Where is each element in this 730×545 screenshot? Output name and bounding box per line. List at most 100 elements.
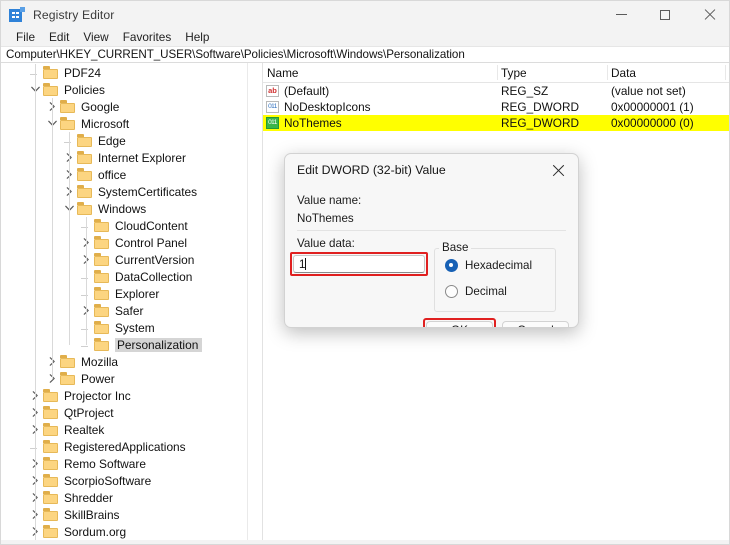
menu-item-view[interactable]: View [76,29,115,45]
tree-node-label: Internet Explorer [98,150,186,165]
base-option-decimal-label: Decimal [465,285,507,298]
tree-node-personalization[interactable]: Personalization [1,336,247,353]
maximize-button[interactable] [643,1,687,28]
tree-node-policies[interactable]: Policies [1,81,247,98]
tree-node-realtek[interactable]: Realtek [1,421,247,438]
menu-item-edit[interactable]: Edit [42,29,76,45]
value-name: (Default) [284,84,330,98]
menu-item-help[interactable]: Help [178,29,216,45]
close-button[interactable] [687,1,729,28]
title-bar: Registry Editor [1,1,729,28]
tree-node-office[interactable]: office [1,166,247,183]
folder-icon [94,270,110,283]
value-name-label: Value name: [297,194,362,207]
tree-node-registeredapplications[interactable]: RegisteredApplications [1,438,247,455]
registry-tree: PDF24 Policies Google Microsoft Edge Internet… [1,63,247,544]
radio-hexadecimal[interactable] [445,259,458,272]
value-type: REG_SZ [501,84,549,98]
column-divider-1[interactable] [497,65,498,80]
tree-node-microsoft[interactable]: Microsoft [1,115,247,132]
value-row[interactable]: 011 NoThemes REG_DWORD 0x00000000 (0) [263,115,729,131]
base-option-hexadecimal[interactable]: Hexadecimal [445,259,532,272]
ok-button[interactable]: OK [426,321,493,327]
column-header-type[interactable]: Type [501,66,527,80]
minimize-button[interactable] [599,1,643,28]
tree-node-datacollection[interactable]: DataCollection [1,268,247,285]
tree-node-label: RegisteredApplications [64,439,186,454]
base-option-decimal[interactable]: Decimal [445,285,507,298]
folder-icon [94,304,110,317]
dword-value-icon: 011 [266,101,279,113]
tree-node-edge[interactable]: Edge [1,132,247,149]
window-bottom-edge [1,540,729,544]
address-bar[interactable]: Computer\HKEY_CURRENT_USER\Software\Poli… [1,46,729,63]
folder-icon [77,202,93,215]
value-row[interactable]: ab (Default) REG_SZ (value not set) [263,83,729,99]
tree-node-shredder[interactable]: Shredder [1,489,247,506]
tree-node-remo-software[interactable]: Remo Software [1,455,247,472]
tree-node-google[interactable]: Google [1,98,247,115]
tree-node-currentversion[interactable]: CurrentVersion [1,251,247,268]
registry-tree-pane: PDF24 Policies Google Microsoft Edge Internet… [1,63,247,544]
tree-node-explorer[interactable]: Explorer [1,285,247,302]
column-header-name[interactable]: Name [267,66,298,80]
tree-node-system[interactable]: System [1,319,247,336]
value-data: (value not set) [611,84,686,98]
value-data: 0x00000001 (1) [611,100,694,114]
tree-node-systemcertificates[interactable]: SystemCertificates [1,183,247,200]
tree-node-label: Realtek [64,422,105,437]
cancel-button[interactable]: Cancel [502,321,569,327]
tree-node-label: Policies [64,82,105,97]
pane-splitter[interactable] [247,63,263,544]
base-group [434,248,556,312]
folder-icon [60,100,76,113]
column-divider-3[interactable] [725,65,726,80]
tree-node-cloudcontent[interactable]: CloudContent [1,217,247,234]
menu-item-favorites[interactable]: Favorites [116,29,179,45]
tree-node-power[interactable]: Power [1,370,247,387]
column-header-data[interactable]: Data [611,66,636,80]
radio-decimal[interactable] [445,285,458,298]
folder-icon [60,372,76,385]
folder-icon [43,440,59,453]
tree-node-qtproject[interactable]: QtProject [1,404,247,421]
folder-icon [77,151,93,164]
tree-node-safer[interactable]: Safer [1,302,247,319]
folder-icon [43,83,59,96]
folder-icon [43,389,59,402]
tree-node-label: System [115,320,155,335]
tree-node-label: CloudContent [115,218,188,233]
tree-node-windows[interactable]: Windows [1,200,247,217]
folder-icon [60,355,76,368]
tree-node-label: ScorpioSoftware [64,473,152,488]
tree-node-pdf24[interactable]: PDF24 [1,64,247,81]
value-data: 0x00000000 (0) [611,116,694,130]
tree-node-internet-explorer[interactable]: Internet Explorer [1,149,247,166]
values-list: ab (Default) REG_SZ (value not set) 011 NoDes… [263,83,729,131]
tree-connector-line [52,98,53,379]
tree-node-label: Remo Software [64,456,146,471]
dialog-title: Edit DWORD (32-bit) Value [297,163,446,177]
menu-item-file[interactable]: File [9,29,42,45]
tree-node-sordum-org[interactable]: Sordum.org [1,523,247,540]
tree-node-label: Edge [98,133,126,148]
menu-bar: File Edit View Favorites Help [1,28,729,46]
tree-node-scorpiosoftware[interactable]: ScorpioSoftware [1,472,247,489]
folder-icon [94,338,110,351]
value-data-input[interactable]: 1 [293,255,425,273]
folder-icon [43,406,59,419]
folder-icon [94,253,110,266]
folder-icon [43,508,59,521]
dword-value-icon: 011 [266,117,279,129]
edit-dword-dialog: Edit DWORD (32-bit) Value Value name: No… [284,153,579,328]
column-divider-2[interactable] [607,65,608,80]
registry-path: Computer\HKEY_CURRENT_USER\Software\Poli… [6,48,465,61]
folder-icon [43,457,59,470]
value-row[interactable]: 011 NoDesktopIcons REG_DWORD 0x00000001 (1) [263,99,729,115]
tree-node-control-panel[interactable]: Control Panel [1,234,247,251]
dialog-close-button[interactable] [538,154,578,186]
tree-node-skillbrains[interactable]: SkillBrains [1,506,247,523]
tree-node-projector-inc[interactable]: Projector Inc [1,387,247,404]
tree-node-mozilla[interactable]: Mozilla [1,353,247,370]
tree-node-label: SystemCertificates [98,184,198,199]
